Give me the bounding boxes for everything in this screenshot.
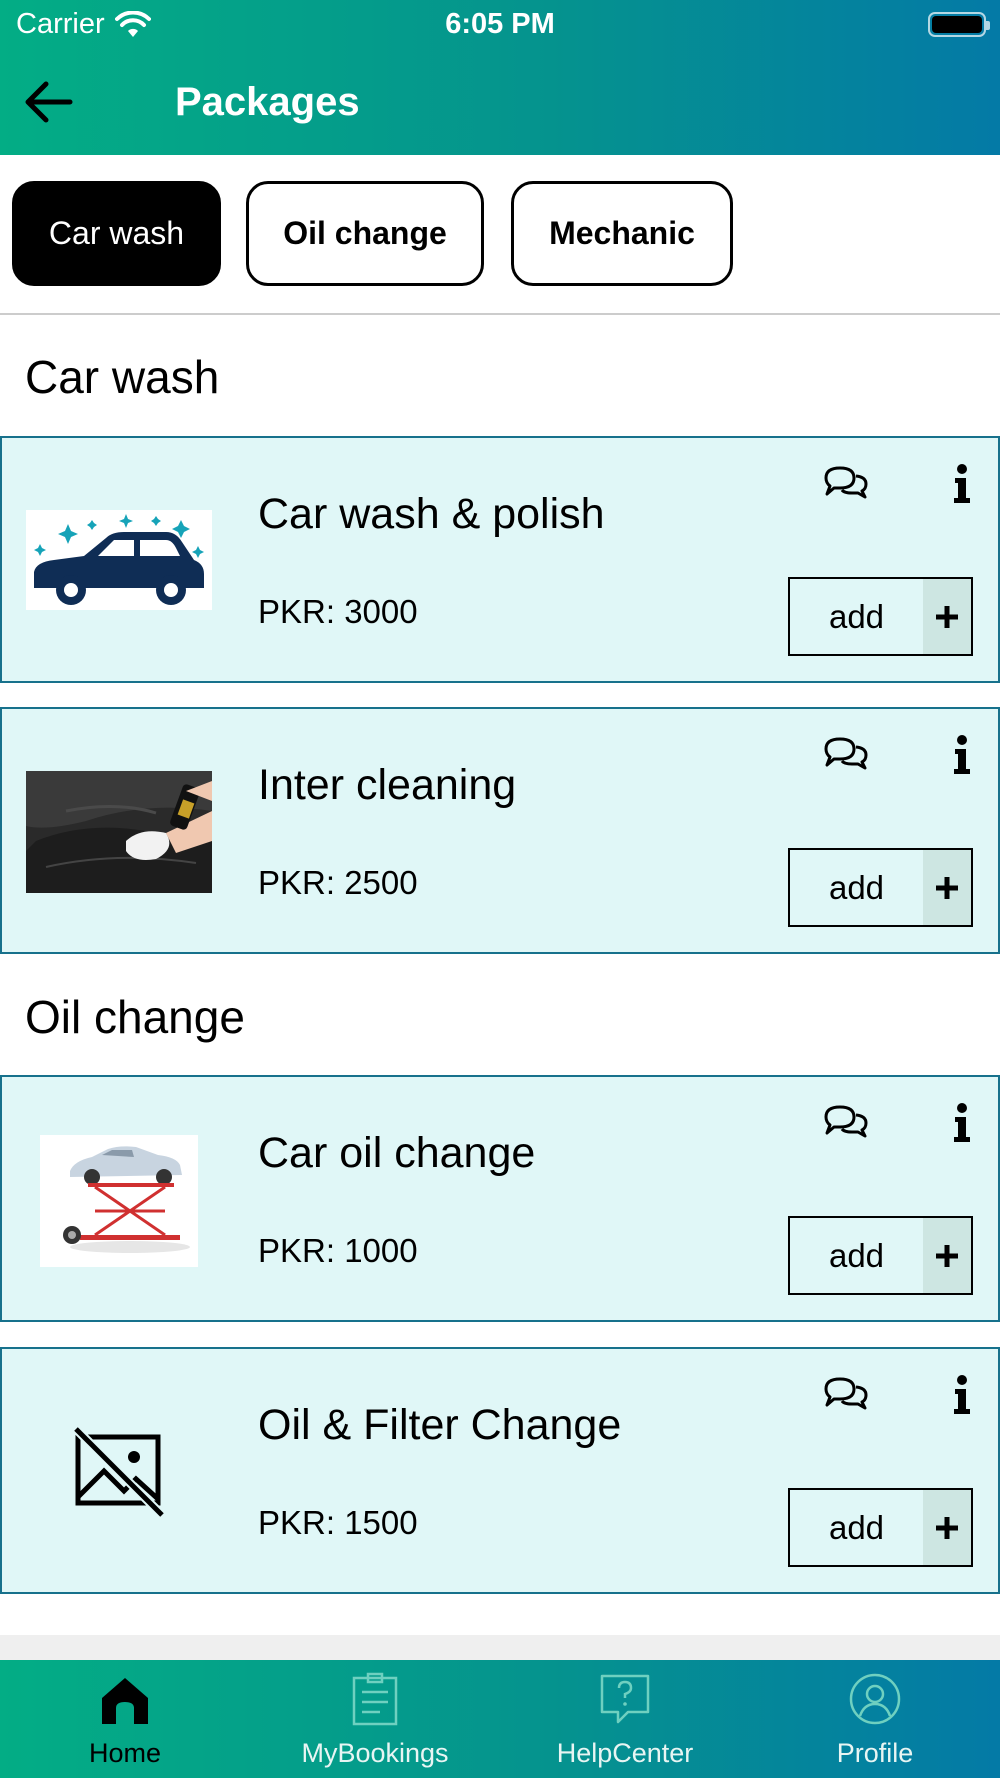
user-circle-icon [849,1673,901,1725]
package-card: Car wash & polish PKR: 3000 add [0,436,1000,683]
package-price: PKR: 1500 [258,1504,418,1541]
interior-cleaning-photo [26,771,212,893]
add-button-label: add [828,597,885,635]
add-button-label: add [828,1236,885,1274]
chat-icon[interactable] [822,1375,870,1411]
tab-mechanic[interactable]: Mechanic [511,181,733,286]
package-name: Oil & Filter Change [258,1401,622,1449]
package-name: Inter cleaning [258,761,517,809]
tabbar-item-mybookings[interactable]: MyBookings [250,1660,500,1778]
bottom-tab-bar: Home MyBookings HelpCenter Profile [0,1660,1000,1778]
car-wash-image [26,510,212,610]
chat-icon[interactable] [822,735,870,771]
package-name: Car oil change [258,1129,536,1177]
package-card: Inter cleaning PKR: 2500 add [0,707,1000,954]
add-button[interactable]: add [788,848,973,927]
info-icon[interactable] [942,464,982,504]
tabbar-item-helpcenter[interactable]: HelpCenter [500,1660,750,1778]
package-price: PKR: 2500 [258,864,418,901]
back-arrow-icon[interactable] [18,72,80,132]
plus-icon [923,579,971,654]
package-price: PKR: 3000 [258,593,418,630]
tabbar-label: HelpCenter [556,1738,694,1768]
info-icon[interactable] [942,1375,982,1415]
header: Carrier 6:05 PM Packages [0,0,1000,155]
help-bubble-icon [600,1674,650,1724]
add-button[interactable]: add [788,1216,973,1295]
plus-icon [923,1218,971,1293]
image-placeholder-icon [74,1427,164,1517]
package-card: Car oil change PKR: 1000 add [0,1075,1000,1322]
battery-icon [928,12,990,37]
nav-bar: Packages [0,62,1000,142]
category-tabs: Car wash Oil change Mechanic [0,155,1000,315]
tabbar-label: Home [88,1738,162,1768]
chat-icon[interactable] [822,464,870,500]
tabbar-label: MyBookings [301,1738,449,1768]
package-price: PKR: 1000 [258,1232,418,1269]
status-time: 6:05 PM [445,8,555,40]
add-button[interactable]: add [788,1488,973,1567]
add-button-label: add [828,1508,885,1546]
status-bar: Carrier 6:05 PM [0,0,1000,50]
package-card: Oil & Filter Change PKR: 1500 add [0,1347,1000,1594]
page-title: Packages [175,80,360,124]
info-icon[interactable] [942,1103,982,1143]
clipboard-icon [352,1672,398,1726]
home-icon [102,1678,148,1724]
tabbar-item-profile[interactable]: Profile [750,1660,1000,1778]
info-icon[interactable] [942,735,982,775]
add-button-label: add [828,868,885,906]
section-title-car-wash: Car wash [25,351,220,403]
content-bottom-band [0,1635,1000,1660]
tab-car-wash[interactable]: Car wash [12,181,221,286]
tabbar-item-home[interactable]: Home [0,1660,250,1778]
section-title-oil-change: Oil change [25,991,245,1043]
chat-icon[interactable] [822,1103,870,1139]
tab-oil-change[interactable]: Oil change [246,181,484,286]
tabbar-label: Profile [836,1738,914,1768]
car-lift-image [40,1135,198,1267]
plus-icon [923,850,971,925]
plus-icon [923,1490,971,1565]
add-button[interactable]: add [788,577,973,656]
package-name: Car wash & polish [258,490,605,538]
